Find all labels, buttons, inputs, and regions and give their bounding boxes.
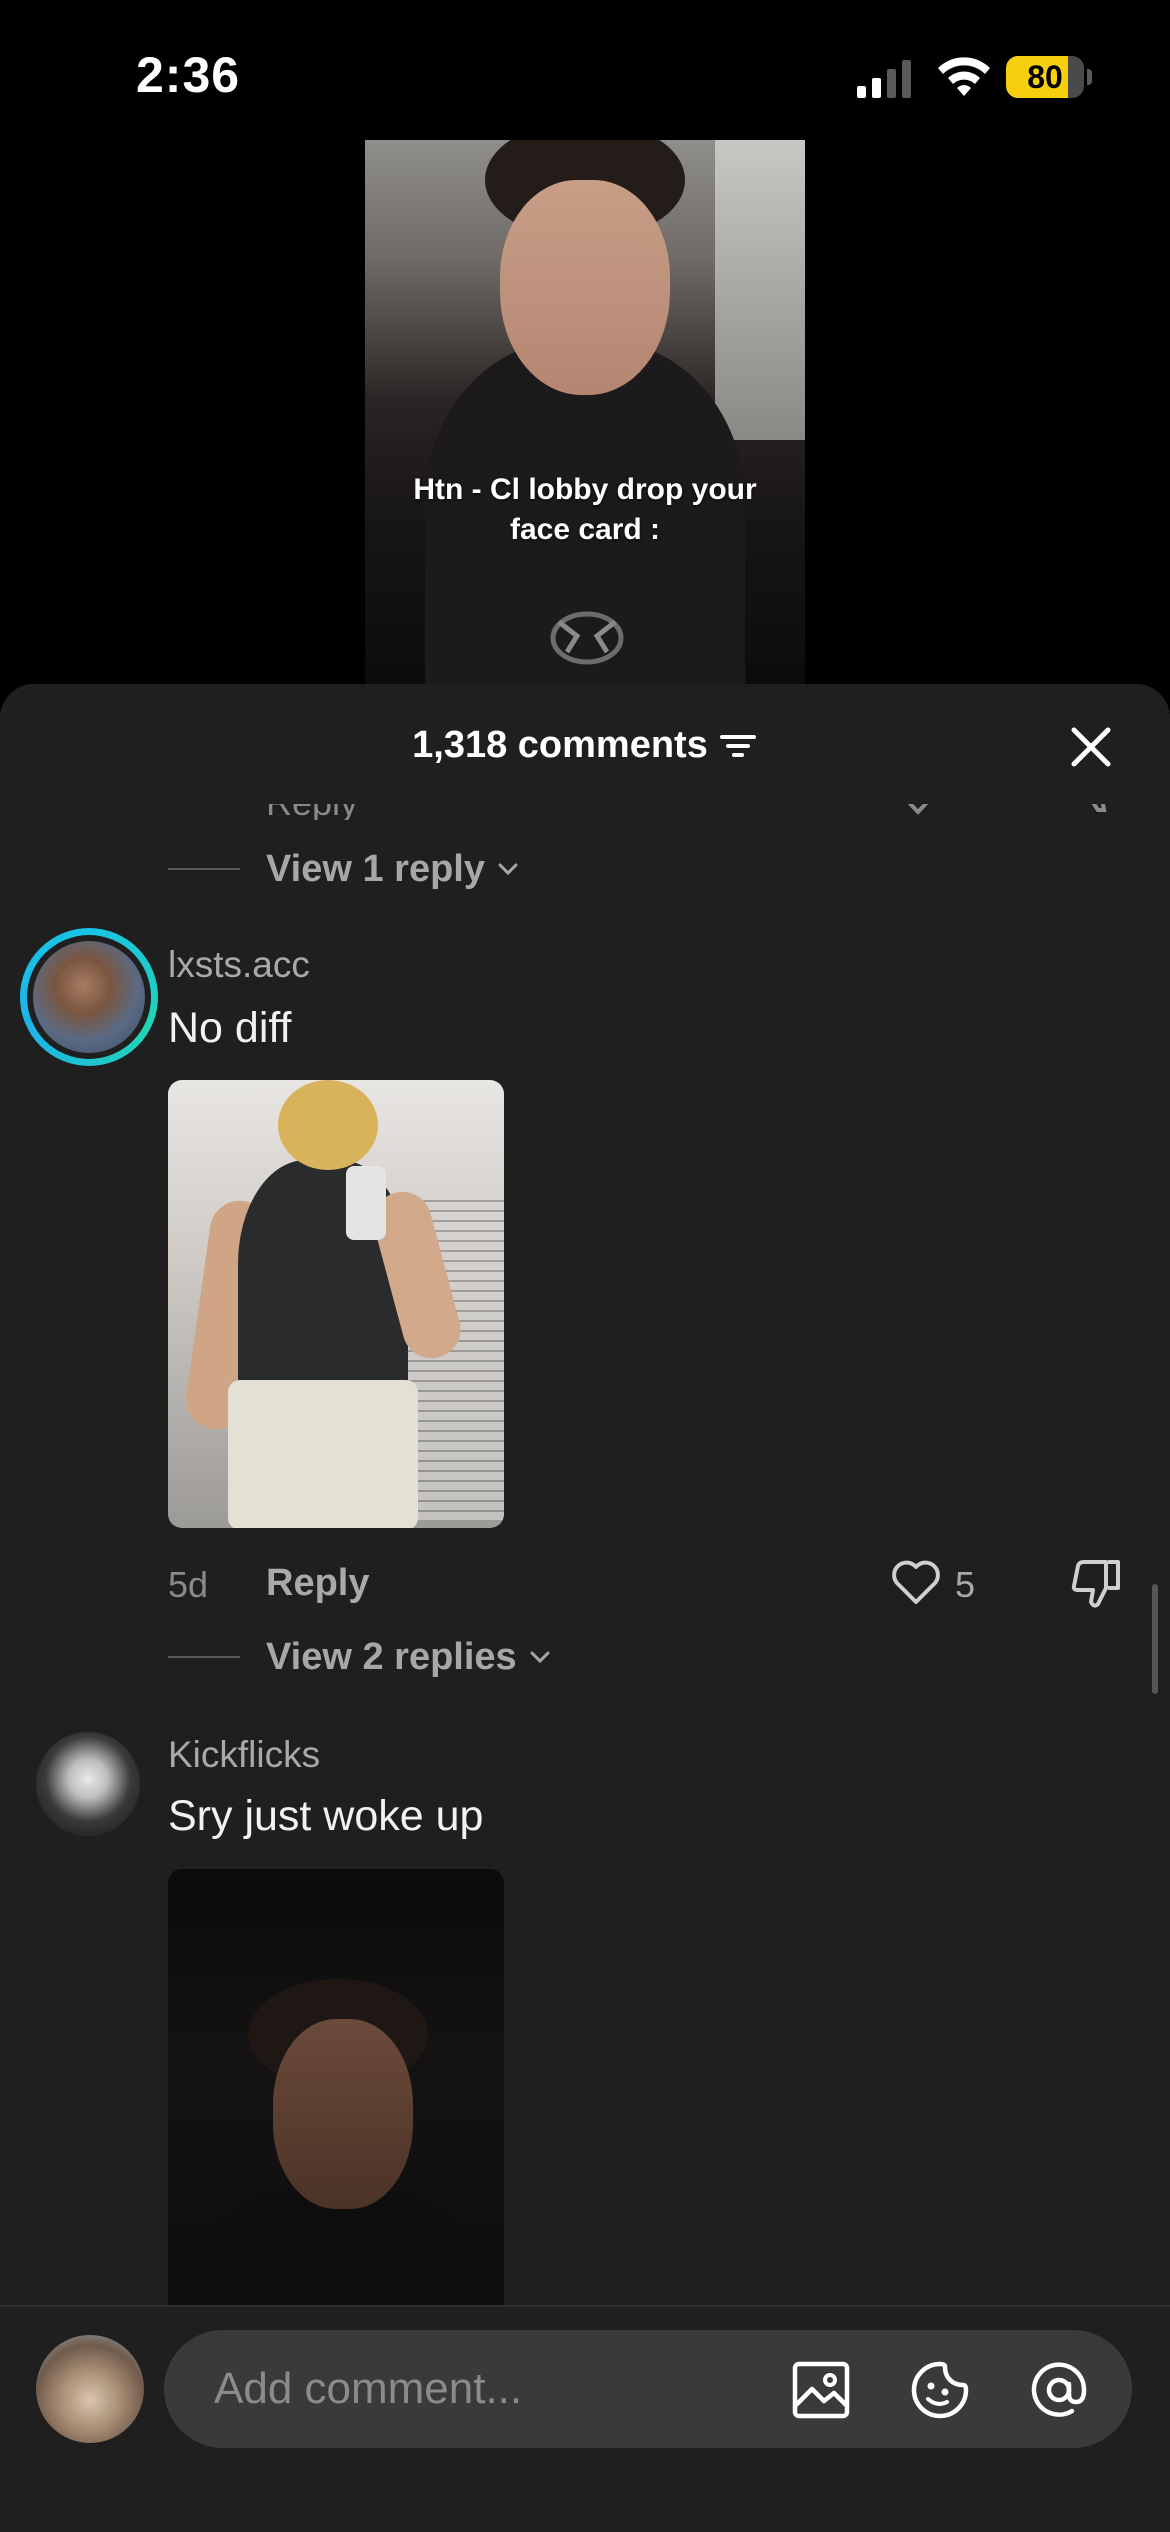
comment-meta-row: 5d Reply 5 [0, 1556, 1170, 1610]
close-icon[interactable] [1066, 722, 1116, 772]
comment-image[interactable] [168, 1080, 504, 1528]
scrollbar[interactable] [1152, 1584, 1158, 1694]
comment-count: 1,318 comments [412, 724, 708, 766]
battery-percent: 80 [1027, 59, 1063, 95]
wifi-icon [938, 57, 990, 96]
avatar[interactable] [20, 928, 158, 1066]
heart-icon[interactable] [890, 1558, 942, 1606]
reply-button[interactable]: Reply [266, 1562, 369, 1605]
view-replies-button[interactable]: View 2 replies [168, 1634, 553, 1680]
comment-username[interactable]: Kickflicks [168, 1734, 320, 1776]
view-replies-button[interactable]: View 1 reply [168, 846, 521, 892]
thumbs-down-icon[interactable] [1068, 1556, 1124, 1612]
comment-text: No diff [168, 1004, 292, 1052]
view-replies-label: View 2 replies [266, 1635, 517, 1678]
chevron-down-icon [498, 863, 518, 876]
my-avatar[interactable] [36, 2335, 144, 2443]
comment-text: Sry just woke up [168, 1792, 484, 1840]
video-caption: Htn - Cl lobby drop your face card : [365, 470, 805, 550]
battery-icon: 80 [1006, 56, 1092, 98]
comment-box[interactable] [164, 2330, 1132, 2448]
comment-image[interactable] [168, 1869, 504, 2349]
like-count: 5 [955, 1564, 976, 1605]
comment-username[interactable]: lxsts.acc [168, 944, 310, 986]
image-icon[interactable] [790, 2359, 852, 2421]
video-caption-line-1: Htn - Cl lobby drop your [413, 473, 757, 506]
comments-header: 1,318 comments [0, 684, 1170, 804]
shirt-logo-graphic [550, 611, 624, 665]
video-preview[interactable]: Htn - Cl lobby drop your face card : [365, 140, 805, 685]
sticker-icon[interactable] [909, 2359, 971, 2421]
cellular-signal-icon [857, 60, 911, 98]
avatar[interactable] [36, 1732, 140, 1836]
view-replies-label: View 1 reply [266, 847, 485, 890]
status-bar: 2:36 80 [0, 0, 1170, 140]
chevron-down-icon [530, 1651, 550, 1664]
comment-input-bar [0, 2305, 1170, 2532]
at-icon[interactable] [1028, 2359, 1090, 2421]
comments-sheet[interactable]: 1,318 comments Reply View 1 reply lxsts.… [0, 684, 1170, 2532]
video-caption-line-2: face card : [509, 513, 661, 546]
status-time: 2:36 [136, 47, 241, 103]
filter-icon[interactable] [718, 729, 758, 763]
comment-input[interactable] [214, 2330, 774, 2448]
comment-time: 5d [168, 1564, 209, 1605]
